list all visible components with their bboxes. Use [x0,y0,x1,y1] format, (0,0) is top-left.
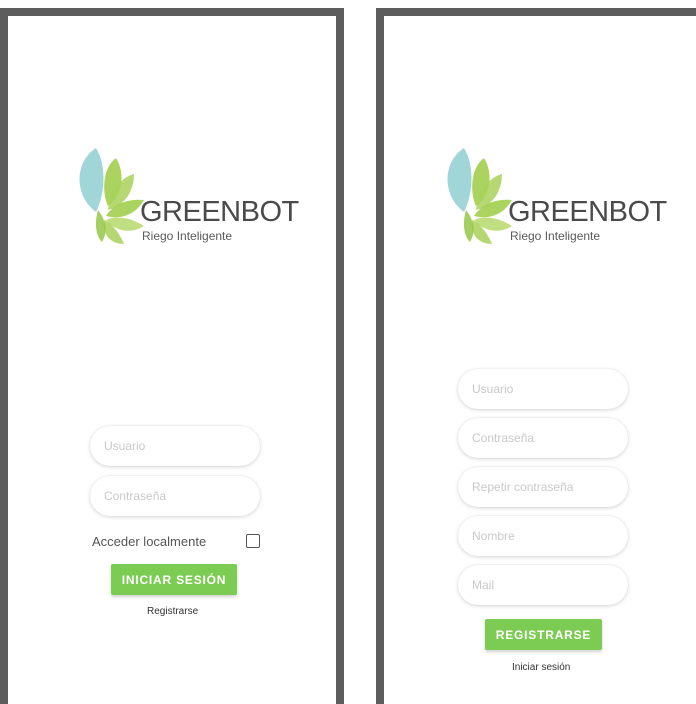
greenbot-logo: GREENBOT Riego Inteligente [440,144,667,254]
password-input[interactable]: Contraseña [90,476,260,516]
username-input[interactable]: Usuario [90,426,260,466]
login-link[interactable]: Iniciar sesión [512,662,570,673]
repeat-password-placeholder: Repetir contraseña [472,480,574,494]
brand-tagline: Riego Inteligente [510,229,601,243]
register-username-input[interactable]: Usuario [458,369,628,409]
mail-placeholder: Mail [472,578,495,592]
username-placeholder: Usuario [104,439,146,453]
brand-name: GREENBOT [508,196,667,228]
password-placeholder: Contraseña [104,489,167,503]
name-placeholder: Nombre [472,529,515,543]
brand-name: GREENBOT [140,196,299,228]
name-input[interactable]: Nombre [458,516,628,556]
login-screen: GREENBOT Riego Inteligente Usuario Contr… [0,8,344,704]
register-password-placeholder: Contraseña [472,431,535,445]
local-access-label: Acceder localmente [92,533,207,549]
register-username-placeholder: Usuario [472,382,514,396]
greenbot-logo: GREENBOT Riego Inteligente [72,144,299,254]
register-button[interactable]: REGISTRARSE [485,619,602,650]
repeat-password-input[interactable]: Repetir contraseña [458,467,628,507]
register-screen: GREENBOT Riego Inteligente Usuario Contr… [376,8,696,704]
brand-tagline: Riego Inteligente [142,229,233,243]
local-access-row: Acceder localmente [92,531,262,551]
register-password-input[interactable]: Contraseña [458,418,628,458]
mail-input[interactable]: Mail [458,565,628,605]
login-button[interactable]: INICIAR SESIÓN [111,564,237,595]
local-access-checkbox[interactable] [246,534,260,548]
register-link[interactable]: Registrarse [147,606,198,617]
